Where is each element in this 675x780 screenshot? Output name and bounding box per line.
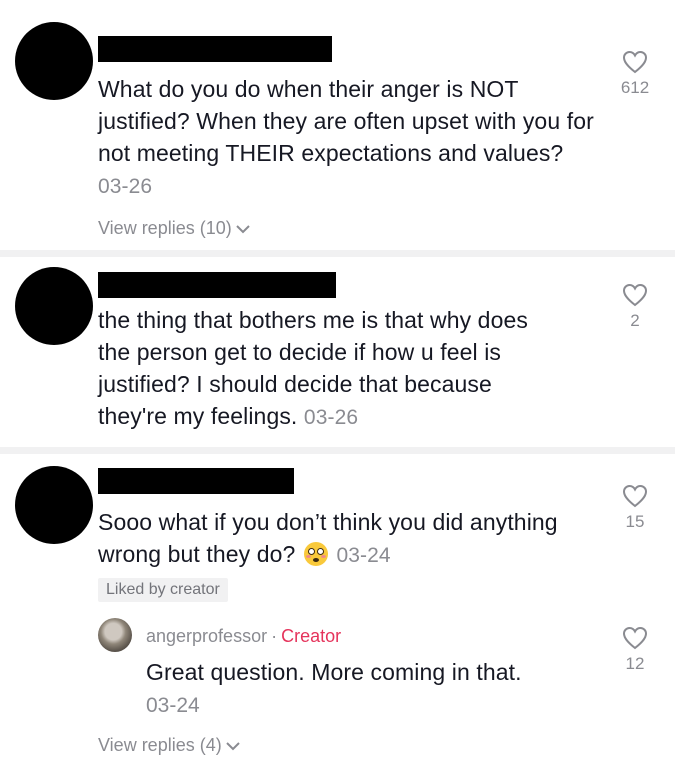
comment-body: What do you do when their anger is NOT j… [98, 76, 594, 166]
view-replies-label: View replies (10) [98, 218, 232, 238]
like-count: 2 [630, 311, 640, 330]
comment-item: Sooo what if you don’t think you did any… [0, 454, 675, 780]
like-button[interactable]: 612 [610, 50, 660, 98]
username-redacted[interactable] [98, 36, 332, 62]
divider [0, 250, 675, 257]
comment-text: the thing that bothers me is that why do… [98, 304, 558, 434]
comment-date: 03-26 [303, 406, 359, 429]
comment-body: Sooo what if you don’t think you did any… [98, 509, 558, 567]
comment-text: Sooo what if you don’t think you did any… [98, 506, 578, 572]
comment-item: the thing that bothers me is that why do… [0, 257, 675, 447]
heart-outline-icon [622, 626, 648, 650]
separator-dot: · [271, 626, 278, 646]
like-button[interactable]: 2 [610, 283, 660, 331]
liked-by-creator-badge: Liked by creator [98, 578, 228, 602]
avatar[interactable] [15, 22, 93, 100]
view-replies-button[interactable]: View replies (4) [98, 735, 241, 756]
heart-outline-icon [622, 484, 648, 508]
chevron-down-icon [236, 225, 250, 234]
heart-outline-icon [622, 50, 648, 74]
flushed-face-emoji [303, 542, 328, 566]
chevron-down-icon [226, 742, 240, 751]
reply-username[interactable]: angerprofessor [146, 626, 267, 646]
heart-outline-icon [622, 283, 648, 307]
reply-body: Great question. More coming in that. [146, 659, 522, 685]
reply-text: Great question. More coming in that. [146, 656, 596, 688]
avatar[interactable] [15, 466, 93, 544]
username-redacted[interactable] [98, 468, 294, 494]
username-redacted[interactable] [98, 272, 336, 298]
like-count: 12 [625, 654, 645, 673]
like-button[interactable]: 15 [610, 484, 660, 532]
reply-header: angerprofessor · Creator [146, 626, 341, 647]
creator-label: Creator [281, 626, 342, 646]
like-count: 15 [625, 512, 645, 531]
avatar[interactable] [15, 267, 93, 345]
view-replies-button[interactable]: View replies (10) [98, 218, 251, 239]
divider [0, 447, 675, 454]
comment-text: What do you do when their anger is NOT j… [98, 73, 598, 203]
like-button[interactable]: 12 [610, 626, 660, 674]
reply-date: 03-24 [146, 694, 200, 717]
reply-avatar[interactable] [98, 618, 132, 652]
comment-item: What do you do when their anger is NOT j… [0, 0, 675, 250]
comment-date: 03-24 [336, 544, 391, 567]
like-count: 612 [620, 78, 650, 97]
view-replies-label: View replies (4) [98, 735, 222, 755]
comment-date: 03-26 [98, 175, 153, 198]
